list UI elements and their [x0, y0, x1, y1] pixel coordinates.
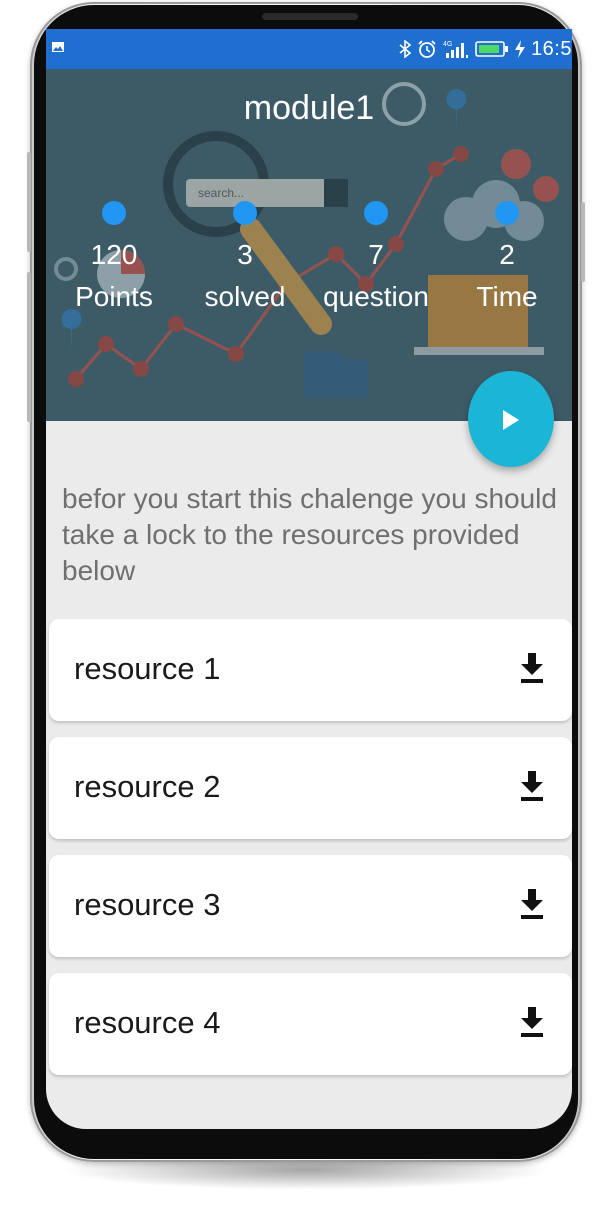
resource-card[interactable]: resource 4 — [49, 973, 572, 1075]
illustration-search-text: search... — [198, 186, 244, 200]
stat-value: 3 — [237, 239, 253, 270]
stat-label: Time — [476, 281, 538, 312]
stat-solved: 3 solved — [180, 201, 310, 311]
earpiece-speaker — [262, 13, 358, 20]
stat-dot — [102, 201, 126, 225]
phone-bezel: 4G 16:5 search... module1 120 Points 3 s… — [34, 5, 578, 1159]
stat-questions: 7 question — [311, 201, 441, 311]
intro-text: befor you start this chalenge you should… — [62, 483, 557, 586]
bluetooth-icon — [399, 40, 412, 58]
stat-dot — [233, 201, 257, 225]
start-challenge-button[interactable] — [468, 371, 554, 467]
stat-points: 120 Points — [49, 201, 179, 311]
module-title: module1 — [243, 89, 375, 127]
resource-label: resource 1 — [74, 651, 221, 686]
battery-icon — [475, 41, 509, 57]
resource-card[interactable]: resource 1 — [49, 619, 572, 721]
module-header: search... module1 120 Points 3 solved 7 … — [46, 69, 572, 421]
app-screen: 4G 16:5 search... module1 120 Points 3 s… — [46, 29, 572, 1129]
stat-dot — [495, 201, 519, 225]
charging-icon — [515, 40, 526, 58]
resource-card[interactable]: resource 2 — [49, 737, 572, 839]
volume-button — [27, 152, 31, 252]
image-icon — [52, 42, 64, 52]
stat-label: question — [323, 281, 429, 312]
stat-label: Points — [75, 281, 153, 312]
download-icon[interactable] — [520, 771, 544, 801]
phone-frame: 4G 16:5 search... module1 120 Points 3 s… — [27, 2, 585, 1162]
alarm-icon — [418, 40, 436, 58]
play-icon — [503, 410, 519, 430]
svg-text:4G: 4G — [443, 41, 452, 48]
stat-dot — [364, 201, 388, 225]
download-icon[interactable] — [520, 653, 544, 683]
stat-value: 2 — [499, 239, 515, 270]
stat-label: solved — [204, 281, 286, 312]
power-button — [581, 202, 585, 282]
stat-value: 120 — [90, 239, 138, 270]
resource-label: resource 3 — [74, 887, 221, 922]
stat-value: 7 — [368, 239, 384, 270]
resource-label: resource 4 — [74, 1005, 221, 1040]
resource-label: resource 2 — [74, 769, 221, 804]
signal-icon: 4G — [443, 41, 469, 58]
bixby-button — [27, 272, 31, 422]
stat-time: 2 Time — [442, 201, 572, 311]
status-time: 16:5 — [531, 37, 572, 60]
download-icon[interactable] — [520, 889, 544, 919]
status-bar: 4G 16:5 — [46, 29, 572, 69]
download-icon[interactable] — [520, 1007, 544, 1037]
resource-card[interactable]: resource 3 — [49, 855, 572, 957]
